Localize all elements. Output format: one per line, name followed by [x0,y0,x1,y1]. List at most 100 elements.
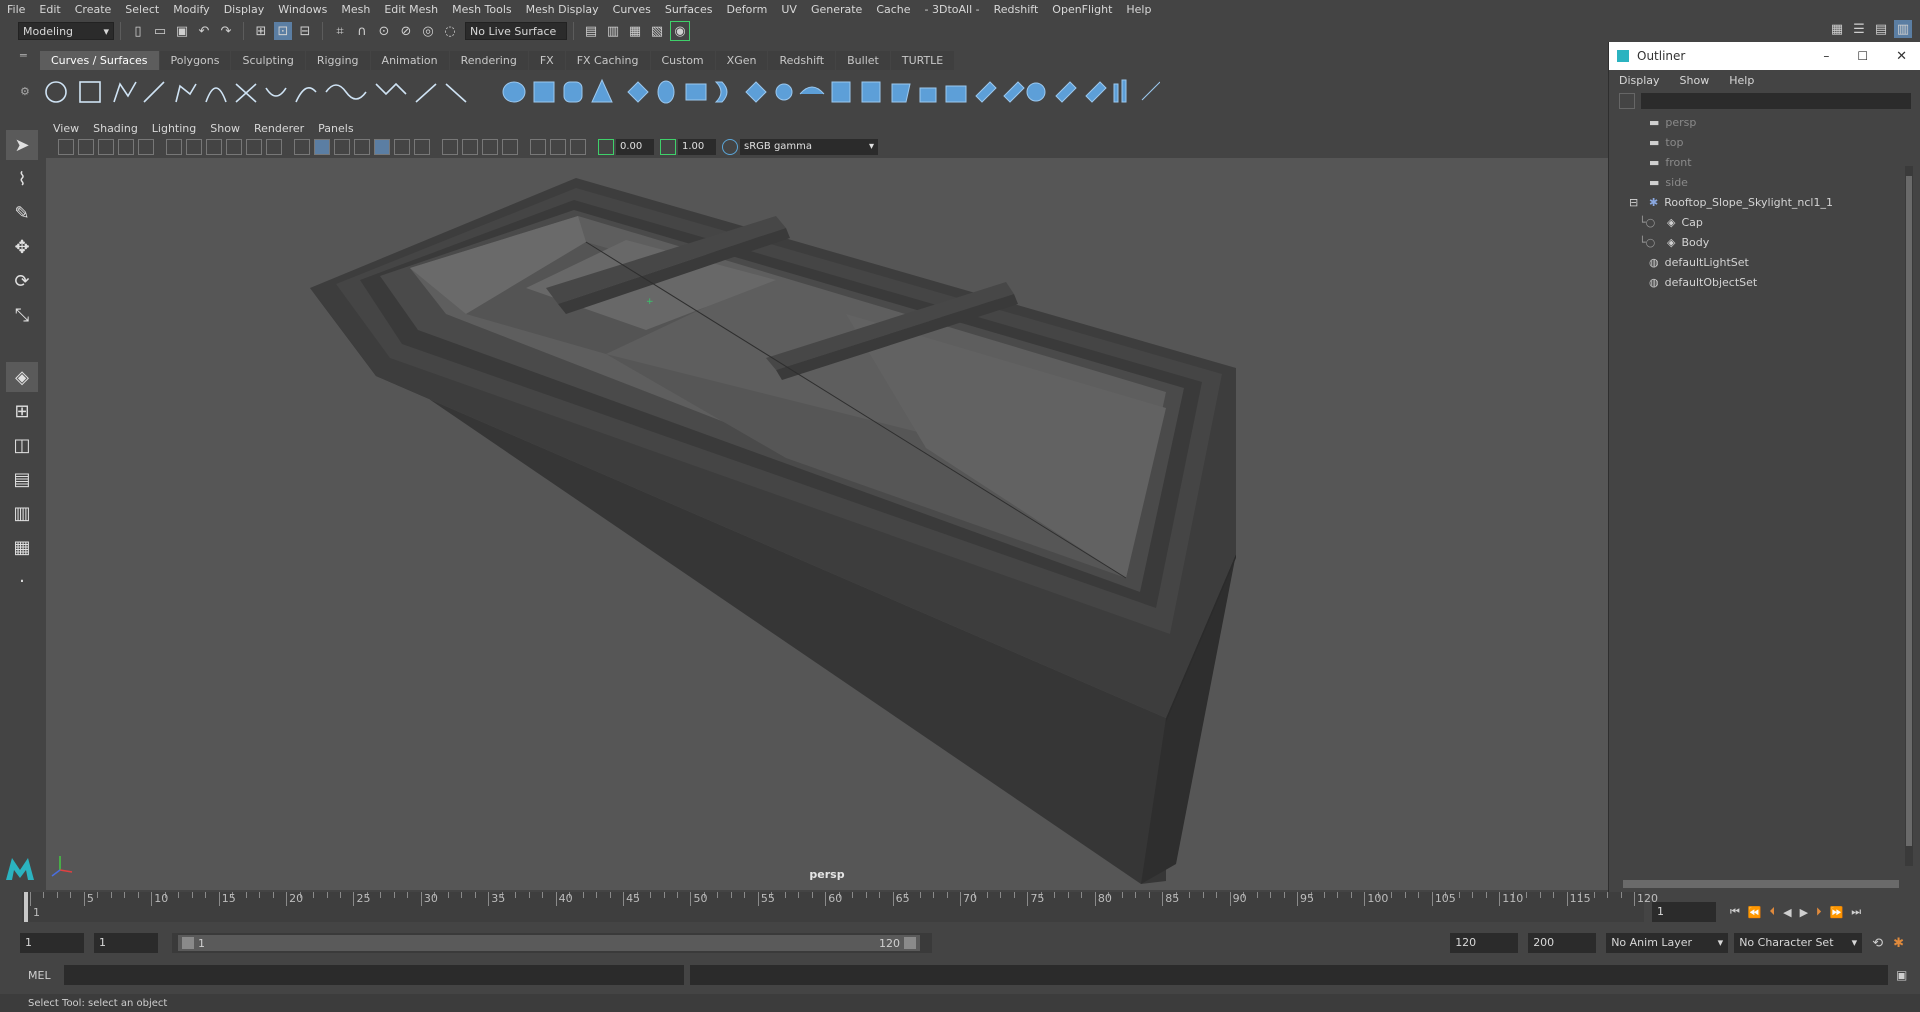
playback-end-field[interactable]: 120 [1450,933,1519,953]
grid-toggle-icon[interactable] [138,139,154,155]
camera-attrs-icon[interactable] [78,139,94,155]
menu-item[interactable]: Redshift [987,3,1046,16]
step-forward-key-icon[interactable]: ⏩ [1830,906,1844,919]
smooth-shade-icon[interactable] [314,139,330,155]
menu-item[interactable]: Generate [804,3,869,16]
shelf-tab[interactable]: FX Caching [565,50,650,70]
range-start-handle[interactable] [182,937,194,949]
step-back-key-icon[interactable]: ⏪ [1748,906,1762,919]
snap-live-icon[interactable]: ◌ [441,22,459,40]
perspective-viewport[interactable]: + persp [46,158,1608,890]
anti-alias-icon[interactable] [502,139,518,155]
render-settings-icon[interactable]: ▧ [648,22,666,40]
step-back-frame-icon[interactable]: ⏴ [1770,905,1776,919]
single-pane-icon[interactable]: ◈ [6,362,38,392]
ipr-render-icon[interactable]: ▦ [626,22,644,40]
snap-view-icon[interactable]: ⊘ [397,22,415,40]
script-editor-icon[interactable]: ▣ [1896,968,1907,982]
command-language-label[interactable]: MEL [28,969,58,982]
resolution-gate-icon[interactable] [186,139,202,155]
shelf-tab[interactable]: FX [528,50,565,70]
hypershade-icon[interactable]: ◉ [670,21,690,41]
menu-item[interactable]: File [0,3,32,16]
menu-item[interactable]: Mesh Display [519,3,606,16]
gamma-icon[interactable] [660,139,676,155]
viewport-menu-item[interactable]: Panels [311,122,360,135]
menu-item[interactable]: OpenFlight [1045,3,1119,16]
default-material-icon[interactable] [334,139,350,155]
xray-joints-icon[interactable] [550,139,566,155]
menu-item[interactable]: - 3DtoAll - [918,3,987,16]
shelf-tab[interactable]: Redshift [768,50,836,70]
shelf-tab[interactable]: Sculpting [231,50,305,70]
outliner-menu-item[interactable]: Show [1670,74,1720,87]
exposure-icon[interactable] [598,139,614,155]
shelf-tab[interactable]: Curves / Surfaces [40,50,159,70]
menu-item[interactable]: Display [217,3,272,16]
menu-item[interactable]: Edit Mesh [377,3,445,16]
command-input[interactable] [64,965,684,985]
range-slider[interactable]: 1 120 [172,933,932,953]
menu-item[interactable]: UV [774,3,804,16]
bookmark-icon[interactable] [98,139,114,155]
shelf-tab[interactable]: Rigging [305,50,370,70]
outliner-item[interactable]: ▬ top [1609,132,1920,152]
two-pane-icon[interactable]: ◫ [6,430,38,460]
scene-start-field[interactable]: 1 [20,933,84,953]
anim-layer-dropdown[interactable]: No Anim Layer ▾ [1606,933,1729,953]
shelf-tab[interactable]: Bullet [836,50,890,70]
playback-start-field[interactable]: 1 [94,933,158,953]
lighting-icon[interactable] [394,139,410,155]
gate-mask-icon[interactable] [206,139,222,155]
select-tool-icon[interactable]: ➤ [6,130,38,160]
attribute-editor-icon[interactable]: ☰ [1850,20,1868,38]
undo-icon[interactable]: ↶ [195,22,213,40]
shelf-tab[interactable]: Animation [370,50,449,70]
modeling-toolkit-icon[interactable]: ▦ [1828,20,1846,38]
filter-icon[interactable] [1619,93,1635,109]
snap-surface-icon[interactable]: ◎ [419,22,437,40]
tool-settings-icon[interactable]: ▤ [1872,20,1890,38]
persp-outliner-icon[interactable]: ▤ [6,464,38,494]
shelf-tab[interactable]: TURTLE [890,50,955,70]
outliner-item[interactable]: ▬ side [1609,172,1920,192]
paint-select-icon[interactable]: ✎ [6,198,38,228]
channel-box-icon[interactable]: ▥ [1894,20,1912,38]
shelf-tab[interactable]: Rendering [449,50,528,70]
range-end-handle[interactable] [904,937,916,949]
outliner-item[interactable]: ◍ defaultObjectSet [1609,272,1920,292]
menu-item[interactable]: Cache [869,3,917,16]
new-scene-icon[interactable]: ▯ [129,22,147,40]
more-layouts-icon[interactable]: · [6,566,38,596]
shelf-grip[interactable]: ═ ⚙ [20,50,34,110]
color-space-dropdown[interactable]: sRGB gamma ▾ [740,139,878,155]
outliner-item[interactable]: ▬ persp [1609,112,1920,132]
play-backward-icon[interactable]: ◀ [1783,906,1791,919]
outliner-item[interactable]: └○ ◈ Body [1609,232,1920,252]
textured-icon[interactable] [354,139,370,155]
move-tool-icon[interactable]: ✥ [6,232,38,262]
isolate-select-icon[interactable] [442,139,458,155]
select-component-icon[interactable]: ⊟ [296,22,314,40]
viewport-menu-item[interactable]: Renderer [247,122,311,135]
open-scene-icon[interactable]: ▭ [151,22,169,40]
outliner-item[interactable]: ◍ defaultLightSet [1609,252,1920,272]
outliner-item[interactable]: ⊟ ✱ Rooftop_Slope_Skylight_ncl1_1 [1609,192,1920,212]
screen-space-ao-icon[interactable] [462,139,478,155]
collapse-icon[interactable]: ⊟ [1629,196,1638,209]
safe-title-icon[interactable] [266,139,282,155]
workspace-dropdown[interactable]: Modeling ▾ [18,22,114,40]
menu-item[interactable]: Help [1119,3,1158,16]
shadows-icon[interactable] [414,139,430,155]
maximize-icon[interactable]: ☐ [1843,49,1882,63]
outliner-vscrollbar[interactable] [1905,166,1913,866]
menu-item[interactable]: Select [118,3,166,16]
snap-grid-icon[interactable]: ⌗ [331,22,349,40]
image-plane-icon[interactable] [118,139,134,155]
outliner-item[interactable]: └○ ◈ Cap [1609,212,1920,232]
select-hierarchy-icon[interactable]: ⊞ [252,22,270,40]
viewport-menu-item[interactable]: View [46,122,86,135]
menu-item[interactable]: Edit [32,3,67,16]
current-frame-field[interactable]: 1 [1652,902,1716,922]
auto-key-icon[interactable]: ⟲ [1872,936,1883,951]
